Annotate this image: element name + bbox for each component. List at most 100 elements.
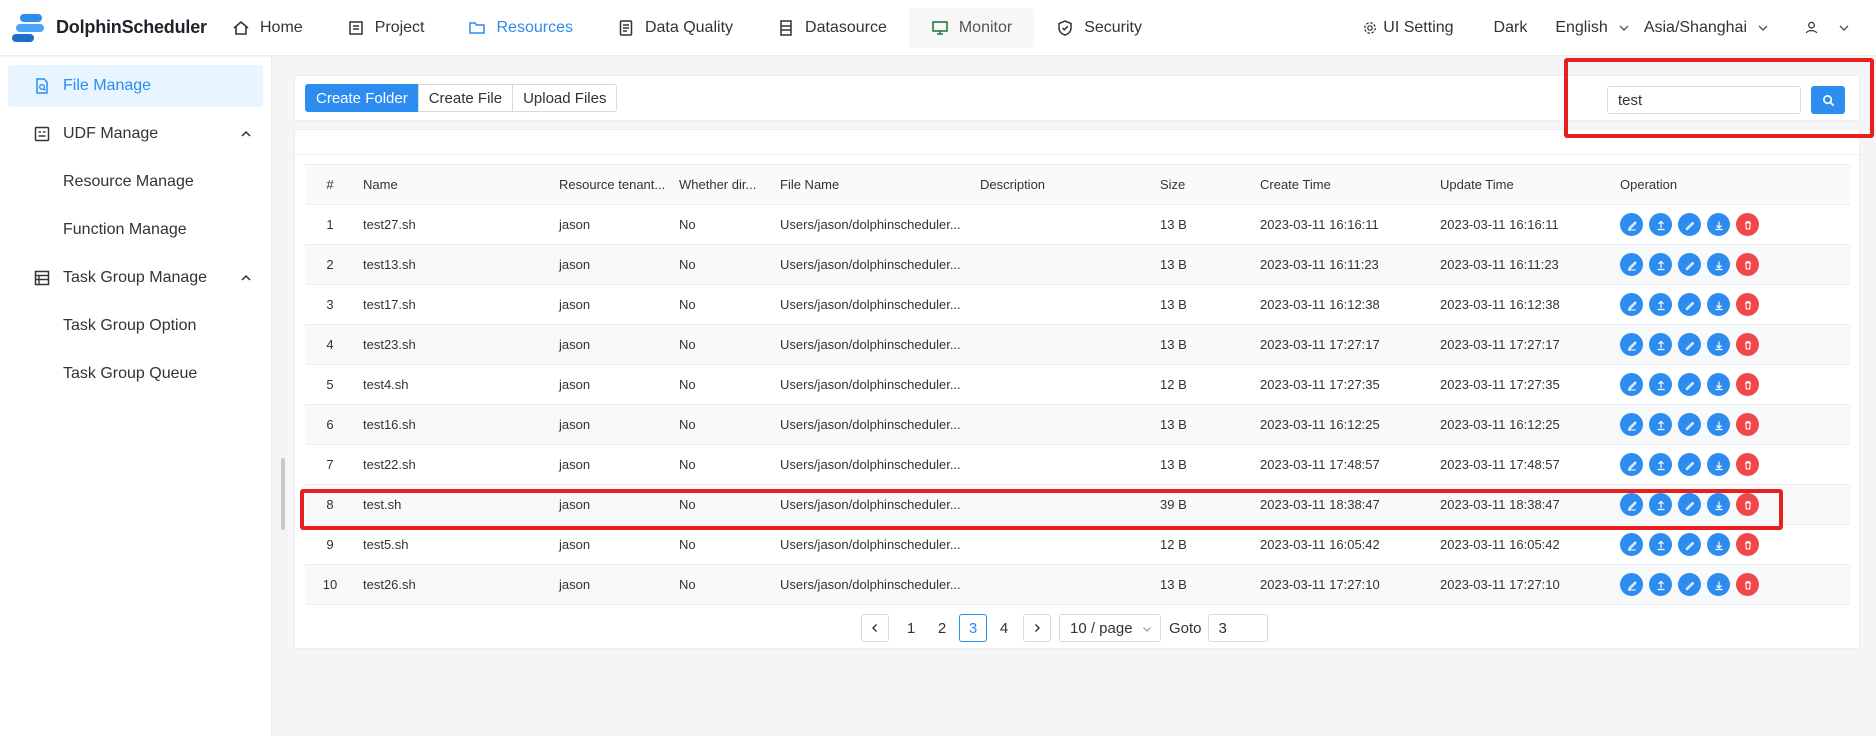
sidebar-scrollbar[interactable] bbox=[281, 458, 285, 530]
edit-button[interactable] bbox=[1620, 253, 1643, 276]
sidebar-item-file-manage[interactable]: File Manage bbox=[8, 65, 263, 107]
delete-button[interactable] bbox=[1736, 333, 1759, 356]
edit-icon bbox=[1627, 580, 1637, 591]
annotation-highlight-search bbox=[1564, 58, 1874, 138]
nav-home-label: Home bbox=[260, 18, 303, 36]
sidebar-item-resource-manage[interactable]: Resource Manage bbox=[8, 161, 263, 203]
ui-setting-button[interactable]: UI Setting bbox=[1349, 19, 1467, 37]
nav-datasource[interactable]: Datasource bbox=[755, 8, 909, 48]
edit-button[interactable] bbox=[1620, 293, 1643, 316]
theme-toggle[interactable]: Dark bbox=[1468, 19, 1542, 37]
nav-data-quality[interactable]: Data Quality bbox=[595, 8, 755, 48]
upload-files-button[interactable]: Upload Files bbox=[512, 84, 618, 112]
page-size-label: 10 / page bbox=[1070, 619, 1133, 637]
upload-button[interactable] bbox=[1649, 533, 1672, 556]
nav-monitor-label: Monitor bbox=[958, 18, 1013, 36]
page-size-select[interactable]: 10 / page bbox=[1059, 614, 1161, 642]
header-right: UI Setting Dark English Asia/Shanghai bbox=[1349, 0, 1876, 56]
download-button[interactable] bbox=[1707, 533, 1730, 556]
user-menu[interactable] bbox=[1783, 21, 1864, 34]
cell-num: 1 bbox=[305, 204, 355, 245]
upload-button[interactable] bbox=[1649, 453, 1672, 476]
download-button[interactable] bbox=[1707, 373, 1730, 396]
chevron-down-icon bbox=[1619, 25, 1629, 31]
cell-operation bbox=[1612, 404, 1851, 445]
cell-desc bbox=[972, 564, 1152, 605]
column-header: Update Time bbox=[1432, 164, 1612, 205]
sidebar-item-udf-manage[interactable]: UDF Manage bbox=[8, 113, 263, 155]
cell-operation bbox=[1612, 524, 1851, 565]
page-4[interactable]: 4 bbox=[990, 614, 1018, 642]
edit-button[interactable] bbox=[1620, 453, 1643, 476]
nav-home[interactable]: Home bbox=[210, 8, 325, 48]
cell-desc bbox=[972, 284, 1152, 325]
language-select[interactable]: English bbox=[1541, 19, 1643, 37]
sidebar-item-task-group-manage[interactable]: Task Group Manage bbox=[8, 257, 263, 299]
delete-button[interactable] bbox=[1736, 453, 1759, 476]
pencil-button[interactable] bbox=[1678, 573, 1701, 596]
column-header: Name bbox=[355, 164, 551, 205]
download-button[interactable] bbox=[1707, 213, 1730, 236]
upload-button[interactable] bbox=[1649, 213, 1672, 236]
download-button[interactable] bbox=[1707, 333, 1730, 356]
delete-button[interactable] bbox=[1736, 253, 1759, 276]
upload-button[interactable] bbox=[1649, 413, 1672, 436]
page-3-current[interactable]: 3 bbox=[959, 614, 987, 642]
upload-icon bbox=[1657, 340, 1664, 350]
download-button[interactable] bbox=[1707, 293, 1730, 316]
download-button[interactable] bbox=[1707, 413, 1730, 436]
timezone-select[interactable]: Asia/Shanghai bbox=[1644, 19, 1783, 37]
nav-resources[interactable]: Resources bbox=[446, 8, 594, 48]
create-folder-button[interactable]: Create Folder bbox=[305, 84, 419, 112]
chevron-right-icon bbox=[1035, 624, 1040, 632]
nav-project[interactable]: Project bbox=[325, 8, 447, 48]
pencil-button[interactable] bbox=[1678, 373, 1701, 396]
sidebar-item-function-manage[interactable]: Function Manage bbox=[8, 209, 263, 251]
upload-button[interactable] bbox=[1649, 333, 1672, 356]
pencil-button[interactable] bbox=[1678, 453, 1701, 476]
delete-button[interactable] bbox=[1736, 533, 1759, 556]
delete-button[interactable] bbox=[1736, 373, 1759, 396]
nav-security[interactable]: Security bbox=[1034, 8, 1164, 48]
prev-page-button[interactable] bbox=[861, 614, 889, 642]
create-file-button[interactable]: Create File bbox=[417, 84, 514, 112]
upload-icon bbox=[1657, 460, 1664, 470]
goto-page-input[interactable] bbox=[1207, 614, 1268, 642]
pencil-button[interactable] bbox=[1678, 333, 1701, 356]
nav-monitor[interactable]: Monitor bbox=[908, 7, 1035, 48]
download-icon bbox=[1715, 301, 1722, 310]
delete-button[interactable] bbox=[1736, 413, 1759, 436]
download-button[interactable] bbox=[1707, 573, 1730, 596]
edit-button[interactable] bbox=[1620, 213, 1643, 236]
edit-button[interactable] bbox=[1620, 373, 1643, 396]
operation-buttons bbox=[1620, 333, 1843, 356]
edit-button[interactable] bbox=[1620, 573, 1643, 596]
delete-button[interactable] bbox=[1736, 213, 1759, 236]
upload-button[interactable] bbox=[1649, 373, 1672, 396]
sidebar-item-task-group-queue[interactable]: Task Group Queue bbox=[8, 353, 263, 395]
pencil-button[interactable] bbox=[1678, 213, 1701, 236]
pencil-button[interactable] bbox=[1678, 413, 1701, 436]
next-page-button[interactable] bbox=[1023, 614, 1051, 642]
pencil-button[interactable] bbox=[1678, 253, 1701, 276]
sidebar-item-task-group-option[interactable]: Task Group Option bbox=[8, 305, 263, 347]
page-1[interactable]: 1 bbox=[897, 614, 925, 642]
edit-button[interactable] bbox=[1620, 533, 1643, 556]
delete-button[interactable] bbox=[1736, 293, 1759, 316]
pencil-button[interactable] bbox=[1678, 533, 1701, 556]
page-2[interactable]: 2 bbox=[928, 614, 956, 642]
download-button[interactable] bbox=[1707, 253, 1730, 276]
edit-button[interactable] bbox=[1620, 333, 1643, 356]
logo[interactable]: DolphinScheduler bbox=[0, 8, 210, 48]
table-body: 1 test27.sh jason No Users/jason/dolphinsche… bbox=[305, 204, 1851, 605]
pencil-icon bbox=[1685, 541, 1694, 550]
delete-button[interactable] bbox=[1736, 573, 1759, 596]
pencil-button[interactable] bbox=[1678, 293, 1701, 316]
cell-name: test13.sh bbox=[355, 244, 551, 285]
edit-button[interactable] bbox=[1620, 413, 1643, 436]
download-button[interactable] bbox=[1707, 453, 1730, 476]
cell-tenant: jason bbox=[551, 524, 671, 565]
upload-button[interactable] bbox=[1649, 573, 1672, 596]
upload-button[interactable] bbox=[1649, 293, 1672, 316]
upload-button[interactable] bbox=[1649, 253, 1672, 276]
